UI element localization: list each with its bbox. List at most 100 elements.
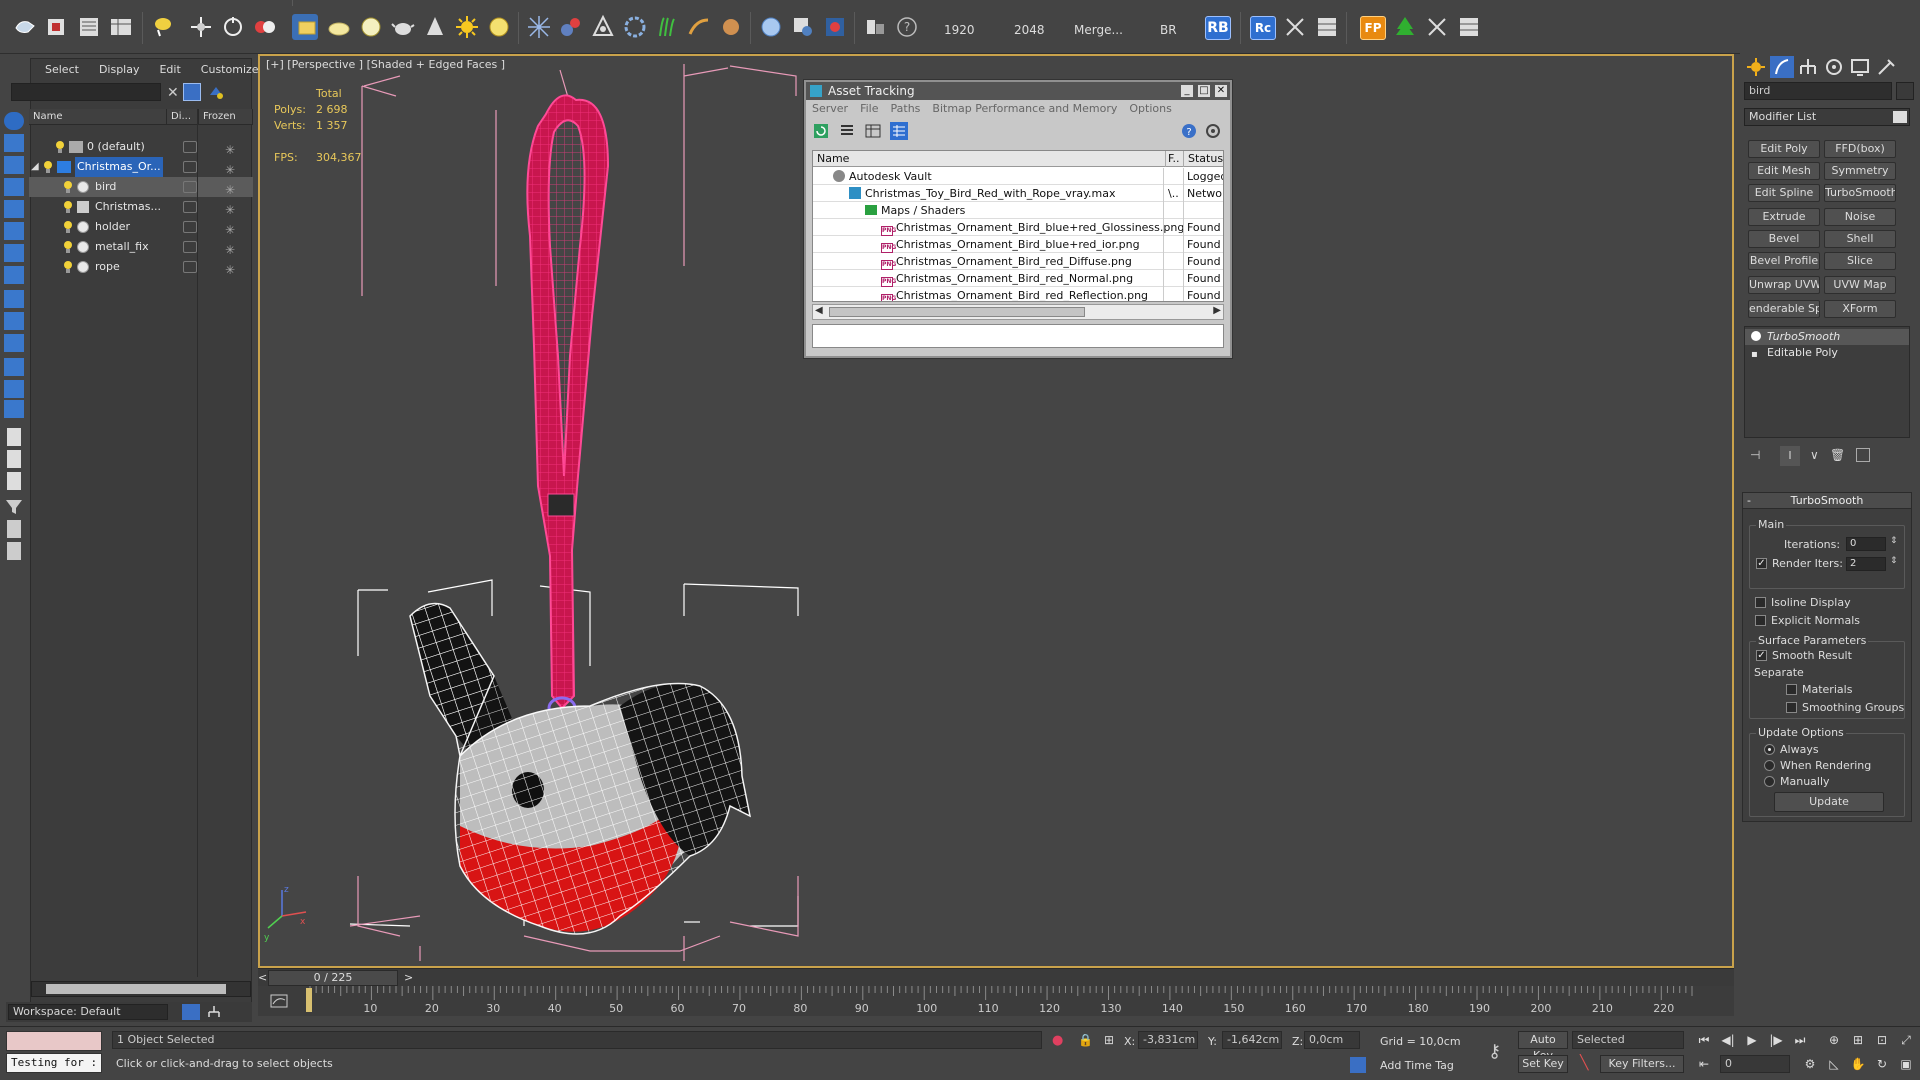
object-row-christmas[interactable]: Christmas... ✳ — [29, 197, 253, 217]
utilities-panel-icon[interactable] — [1874, 56, 1898, 78]
filter-settings-icon[interactable] — [7, 520, 21, 538]
maxscript-listener-input[interactable]: Testing for : — [6, 1053, 102, 1073]
make-unique-icon[interactable]: ∨ — [1810, 448, 1819, 462]
filter-warps-icon[interactable] — [4, 400, 24, 418]
field-of-view-icon[interactable]: ◺ — [1824, 1055, 1844, 1073]
box-primitive-icon[interactable] — [294, 14, 320, 40]
hair-fur-icon[interactable] — [686, 14, 712, 40]
render-width-value[interactable]: 1920 — [944, 23, 975, 37]
lightbulb-icon[interactable] — [63, 220, 73, 234]
asset-row-glossiness[interactable]: PNGChristmas_Ornament_Bird_blue+red_Glos… — [813, 219, 1223, 236]
cloth-icon[interactable] — [718, 14, 744, 40]
set-key-button[interactable]: Set Key — [1518, 1055, 1568, 1073]
next-frame-icon[interactable]: |▶ — [1766, 1031, 1786, 1049]
move-icon[interactable] — [188, 14, 214, 40]
materials-checkbox[interactable] — [1786, 684, 1797, 695]
smooth-result-checkbox[interactable]: ✓ — [1756, 650, 1767, 661]
asset-row-vault[interactable]: Autodesk Vault Logged O — [813, 168, 1223, 185]
menu-options[interactable]: Options — [1129, 100, 1171, 118]
isoline-display-checkbox[interactable] — [1755, 597, 1766, 608]
display-toggle-icon[interactable] — [183, 161, 197, 173]
scrollbar-thumb[interactable] — [829, 307, 1085, 317]
key-filters-button[interactable]: Key Filters... — [1600, 1055, 1684, 1073]
merge-button[interactable]: Merge... — [1074, 23, 1123, 37]
scatter-list-icon[interactable] — [1456, 14, 1482, 40]
workspace-selector[interactable]: Workspace: Default — [8, 1004, 168, 1020]
help-icon[interactable]: ? — [894, 14, 920, 40]
column-name[interactable]: Name — [29, 109, 167, 124]
pan-icon[interactable]: ✋ — [1848, 1055, 1868, 1073]
asset-row-max-file[interactable]: Christmas_Toy_Bird_Red_with_Rope_vray.ma… — [813, 185, 1223, 202]
add-time-tag-button[interactable]: Add Time Tag — [1380, 1059, 1454, 1072]
display-tab-icon[interactable] — [4, 200, 24, 218]
filter-cameras-icon[interactable] — [4, 358, 24, 376]
extrude-button[interactable]: Extrude — [1748, 208, 1820, 226]
constraint-icon[interactable] — [590, 14, 616, 40]
filter-helpers-icon[interactable] — [4, 380, 24, 398]
remove-modifier-icon[interactable]: 🗑 — [1830, 448, 1845, 462]
spinner-arrows-icon[interactable]: ⇕ — [1890, 536, 1898, 546]
lightbulb-icon[interactable] — [43, 160, 53, 174]
object-row-metall-fix[interactable]: metall_fix ✳ — [29, 237, 253, 257]
edit-spline-button[interactable]: Edit Spline — [1748, 184, 1820, 202]
scrollbar-thumb[interactable] — [46, 984, 226, 994]
unlink-icon[interactable] — [76, 14, 102, 40]
table-view-icon[interactable] — [864, 122, 882, 140]
lightbulb-icon[interactable] — [63, 180, 73, 194]
zoom-icon[interactable]: ⊕ — [1824, 1031, 1844, 1049]
sort-tab-icon[interactable] — [4, 266, 24, 284]
time-config-icon[interactable]: ⚙ — [1800, 1055, 1820, 1073]
show-end-result-icon[interactable]: I — [1780, 446, 1800, 466]
rb-button[interactable]: RB — [1205, 16, 1231, 40]
teapot-icon[interactable] — [390, 14, 416, 40]
layer-explorer-toggle-icon[interactable] — [182, 1004, 200, 1020]
ffd-box-button[interactable]: FFD(box) — [1824, 140, 1896, 158]
iterations-spinner[interactable]: 0 — [1846, 537, 1886, 551]
help-icon[interactable]: ? — [1180, 122, 1198, 140]
maximize-toggle-icon[interactable]: ▣ — [1896, 1055, 1916, 1073]
column-status[interactable]: Status — [1183, 151, 1223, 167]
asset-row-maps-shaders[interactable]: Maps / Shaders — [813, 202, 1223, 219]
open-mini-curve-editor-icon[interactable] — [268, 990, 290, 1012]
orbit-icon[interactable]: ↻ — [1872, 1055, 1892, 1073]
track-bar[interactable]: 10 20 30 40 50 60 70 80 90 100 110 120 130 140 150 160 1… — [258, 986, 1734, 1016]
lightbulb-icon[interactable] — [1751, 331, 1761, 341]
rollout-collapse-icon[interactable]: - — [1747, 493, 1751, 509]
settings-icon[interactable] — [1204, 122, 1222, 140]
geosphere-icon[interactable] — [358, 14, 384, 40]
explorer-menu-select[interactable]: Select — [45, 63, 79, 79]
sphere-primitive-icon[interactable] — [326, 14, 352, 40]
maxscript-listener-top[interactable] — [6, 1031, 102, 1051]
display-toggle-icon[interactable] — [183, 141, 197, 153]
lightbulb-icon[interactable] — [55, 140, 65, 154]
render-production-icon[interactable] — [822, 14, 848, 40]
column-frozen[interactable]: Frozen — [199, 109, 253, 124]
undo-icon[interactable] — [12, 14, 38, 40]
current-frame-marker[interactable] — [306, 988, 312, 1012]
layer-tab-icon[interactable] — [4, 244, 24, 262]
stack-item-turbosmooth[interactable]: TurboSmooth — [1745, 329, 1909, 345]
y-coordinate-field[interactable]: -1,642cm — [1222, 1031, 1282, 1049]
layer-explorer-icon[interactable] — [207, 83, 225, 101]
zoom-extents-icon[interactable]: ⊡ — [1872, 1031, 1892, 1049]
render-iters-spinner[interactable]: 2 — [1846, 557, 1886, 571]
isolate-selection-icon[interactable]: ● — [1052, 1033, 1063, 1048]
smoothing-groups-checkbox[interactable] — [1786, 702, 1797, 713]
filter-geometry-icon[interactable] — [4, 290, 24, 308]
scroll-left-icon[interactable]: ◀ — [815, 305, 823, 316]
asset-table-horizontal-scrollbar[interactable]: ◀ ▶ — [812, 304, 1224, 320]
scatter-tools-icon[interactable] — [1424, 14, 1450, 40]
stack-item-editable-poly[interactable]: ▪ Editable Poly — [1745, 345, 1909, 361]
display-toggle-icon[interactable] — [183, 221, 197, 233]
filter-xrefs-icon[interactable] — [7, 450, 21, 468]
update-button[interactable]: Update — [1774, 792, 1884, 812]
display-toggle-icon[interactable] — [183, 241, 197, 253]
maximize-button[interactable]: □ — [1197, 84, 1211, 98]
menu-server[interactable]: Server — [812, 100, 848, 118]
bevel-button[interactable]: Bevel — [1748, 230, 1820, 248]
filter-bones-icon[interactable] — [7, 472, 21, 490]
layer-row-default[interactable]: 0 (default) ✳ — [29, 137, 253, 157]
br-button[interactable]: BR — [1160, 23, 1177, 37]
close-button[interactable]: ✕ — [1214, 84, 1228, 98]
modify-panel-icon[interactable] — [1770, 56, 1794, 78]
